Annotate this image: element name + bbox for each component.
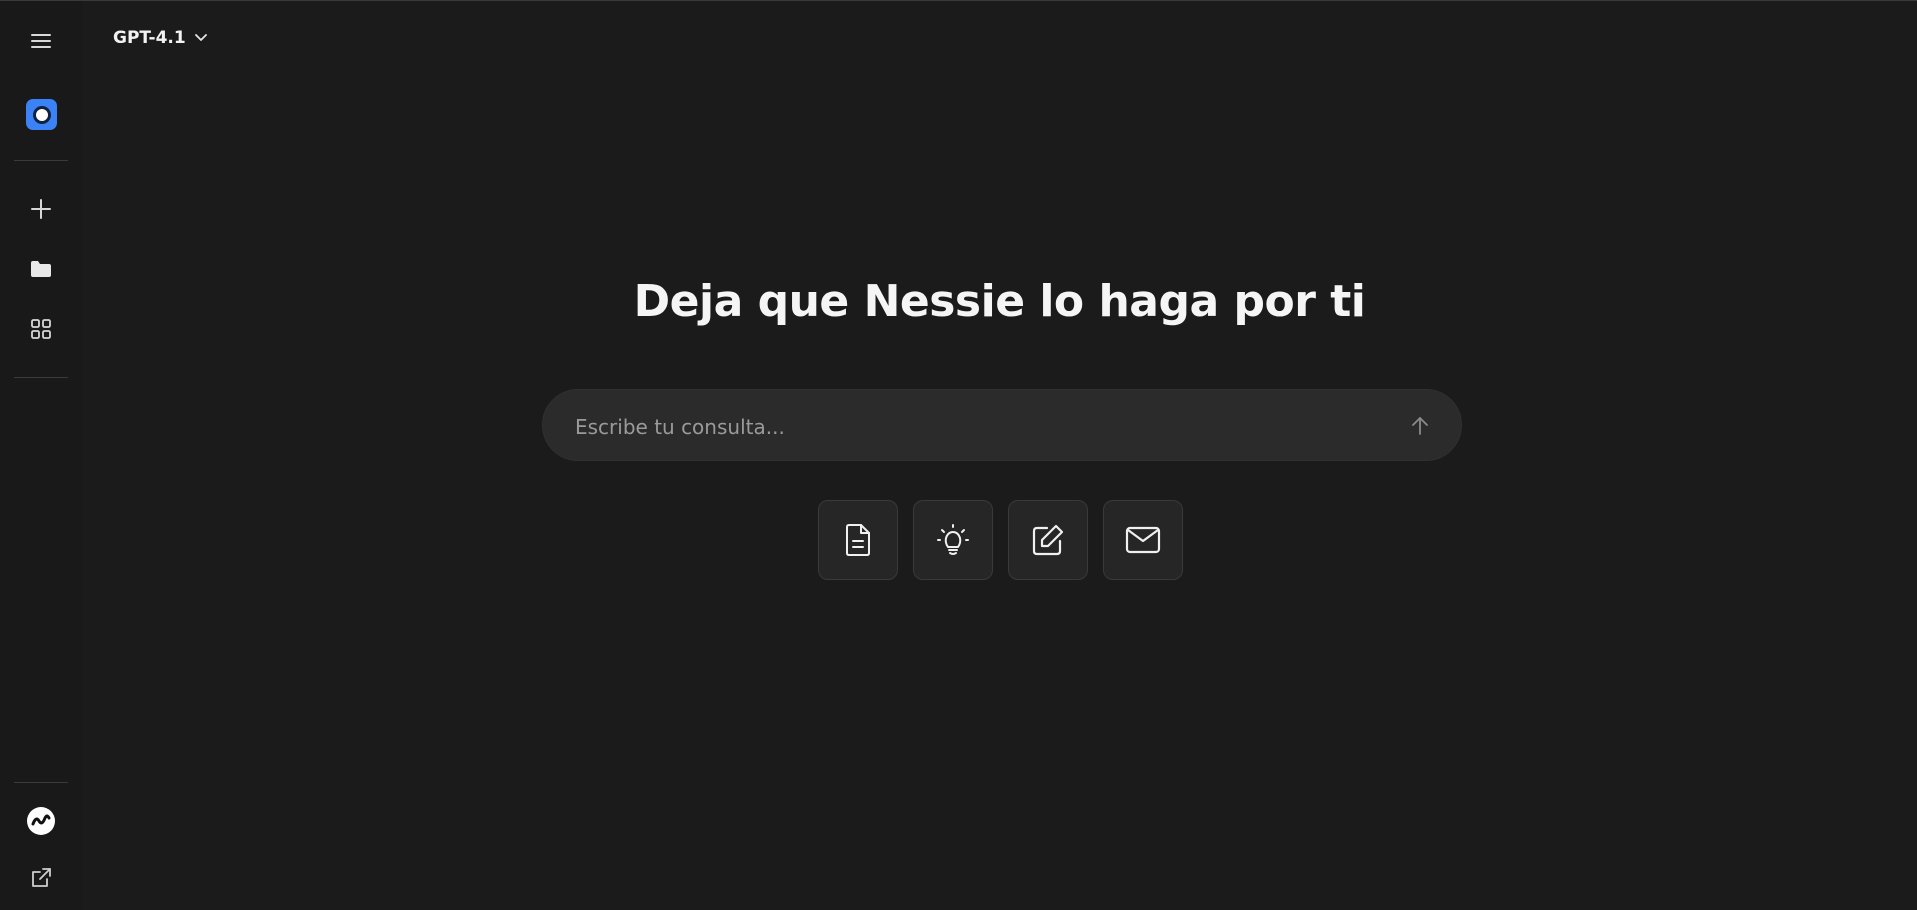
document-icon [843,523,873,557]
new-chat-button[interactable] [21,189,61,229]
nessie-profile-button[interactable] [21,801,61,841]
lightbulb-icon [935,522,971,558]
mail-icon [1125,526,1161,554]
write-action-button[interactable] [1008,500,1088,580]
nessie-logo-icon [26,806,56,836]
ideas-action-button[interactable] [913,500,993,580]
app-logo-mark [32,105,51,124]
query-input[interactable] [573,408,1357,446]
menu-icon [30,32,52,50]
open-external-button[interactable] [21,858,61,898]
app-logo[interactable] [26,99,57,130]
sidebar [0,1,82,910]
email-action-button[interactable] [1103,500,1183,580]
chevron-down-icon [194,34,207,42]
edit-icon [1031,523,1065,557]
query-bar [542,389,1462,461]
quick-actions [818,500,1183,580]
external-link-icon [30,867,52,889]
sidebar-divider [14,377,68,378]
document-action-button[interactable] [818,500,898,580]
plus-icon [30,198,52,220]
page-title-wrapper: Deja que Nessie lo haga por ti [0,276,1917,327]
model-selector[interactable]: GPT-4.1 [113,24,207,52]
model-label: GPT-4.1 [113,28,186,48]
send-button[interactable] [1403,409,1437,443]
menu-button[interactable] [21,21,61,61]
sidebar-divider [14,782,68,783]
page-title: Deja que Nessie lo haga por ti [633,276,1366,327]
arrow-up-icon [1409,415,1431,437]
window-top-border [0,0,1917,1]
sidebar-divider [14,160,68,161]
